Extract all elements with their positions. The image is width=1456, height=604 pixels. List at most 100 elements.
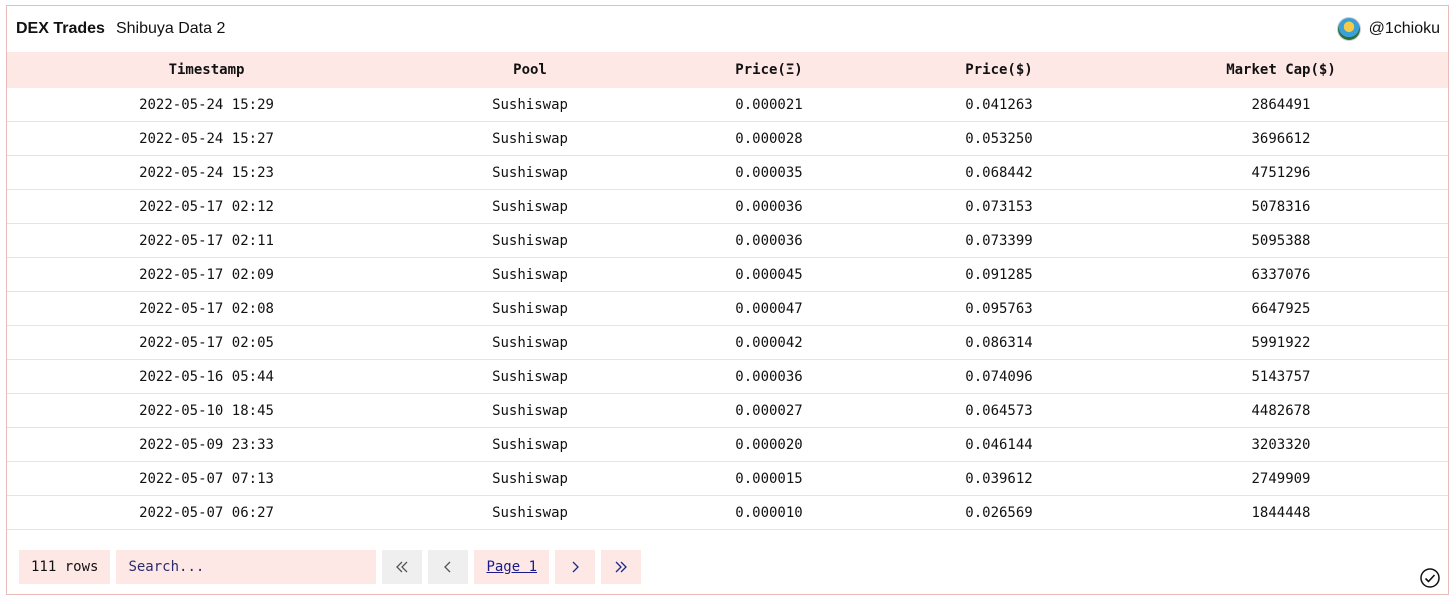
cell-price-eth: 0.000047: [654, 291, 884, 326]
cell-timestamp: 2022-05-17 02:08: [7, 291, 406, 326]
table-row: 2022-05-07 06:27 Sushiswap 0.000010 0.02656…: [7, 495, 1448, 530]
cell-timestamp: 2022-05-24 15:27: [7, 121, 406, 156]
header: DEX Trades Shibuya Data 2 @1chioku: [7, 6, 1448, 52]
cell-price-eth: 0.000028: [654, 121, 884, 156]
search-input[interactable]: [116, 550, 377, 584]
cell-price-usd: 0.091285: [884, 257, 1114, 292]
cell-market-cap: 6647925: [1114, 291, 1448, 326]
cell-price-usd: 0.073399: [884, 223, 1114, 258]
cell-price-usd: 0.068442: [884, 155, 1114, 190]
cell-price-eth: 0.000042: [654, 325, 884, 360]
cell-market-cap: 3696612: [1114, 121, 1448, 156]
cell-market-cap: 5143757: [1114, 359, 1448, 394]
cell-pool: Sushiswap: [406, 257, 654, 292]
table-row: 2022-05-24 15:23 Sushiswap 0.000035 0.06844…: [7, 155, 1448, 190]
widget-frame: DEX Trades Shibuya Data 2 @1chioku Times…: [6, 5, 1449, 595]
table-row: 2022-05-10 18:45 Sushiswap 0.000027 0.06457…: [7, 393, 1448, 428]
cell-market-cap: 6337076: [1114, 257, 1448, 292]
cell-market-cap: 1844448: [1114, 495, 1448, 530]
avatar-icon: [1336, 17, 1361, 41]
cell-pool: Sushiswap: [406, 155, 654, 190]
cell-price-eth: 0.000020: [654, 427, 884, 462]
table-header-row: Timestamp Pool Price(Ξ) Price($) Market …: [7, 52, 1448, 88]
column-header-market-cap[interactable]: Market Cap($): [1114, 52, 1448, 88]
cell-price-eth: 0.000035: [654, 155, 884, 190]
table-row: 2022-05-24 15:27 Sushiswap 0.000028 0.05325…: [7, 121, 1448, 156]
cell-price-usd: 0.053250: [884, 121, 1114, 156]
cell-timestamp: 2022-05-24 15:29: [7, 88, 406, 122]
column-header-price-eth[interactable]: Price(Ξ): [654, 52, 884, 88]
table-row: 2022-05-17 02:12 Sushiswap 0.000036 0.07315…: [7, 189, 1448, 224]
cell-price-usd: 0.046144: [884, 427, 1114, 462]
cell-timestamp: 2022-05-24 15:23: [7, 155, 406, 190]
table-row: 2022-05-17 02:11 Sushiswap 0.000036 0.07339…: [7, 223, 1448, 258]
cell-price-eth: 0.000021: [654, 88, 884, 122]
table-row: 2022-05-24 15:29 Sushiswap 0.000021 0.04126…: [7, 88, 1448, 122]
cell-timestamp: 2022-05-16 05:44: [7, 359, 406, 394]
cell-timestamp: 2022-05-07 07:13: [7, 461, 406, 496]
username[interactable]: @1chioku: [1369, 20, 1440, 38]
cell-price-usd: 0.064573: [884, 393, 1114, 428]
trades-table: Timestamp Pool Price(Ξ) Price($) Market …: [7, 52, 1448, 530]
check-circle-icon[interactable]: [1420, 568, 1440, 588]
cell-market-cap: 5078316: [1114, 189, 1448, 224]
cell-market-cap: 3203320: [1114, 427, 1448, 462]
table-row: 2022-05-17 02:09 Sushiswap 0.000045 0.09128…: [7, 257, 1448, 292]
double-chevron-left-icon: [396, 561, 408, 573]
cell-market-cap: 2749909: [1114, 461, 1448, 496]
row-count: 111 rows: [19, 550, 111, 584]
table-footer: 111 rows Page 1: [19, 550, 642, 584]
cell-price-eth: 0.000036: [654, 223, 884, 258]
cell-price-usd: 0.086314: [884, 325, 1114, 360]
cell-pool: Sushiswap: [406, 427, 654, 462]
cell-pool: Sushiswap: [406, 325, 654, 360]
cell-timestamp: 2022-05-17 02:09: [7, 257, 406, 292]
cell-timestamp: 2022-05-09 23:33: [7, 427, 406, 462]
first-page-button[interactable]: [382, 550, 423, 584]
table-row: 2022-05-09 23:33 Sushiswap 0.000020 0.04614…: [7, 427, 1448, 462]
cell-pool: Sushiswap: [406, 359, 654, 394]
cell-pool: Sushiswap: [406, 495, 654, 530]
cell-market-cap: 4482678: [1114, 393, 1448, 428]
last-page-button[interactable]: [601, 550, 642, 584]
cell-price-usd: 0.039612: [884, 461, 1114, 496]
cell-pool: Sushiswap: [406, 88, 654, 122]
cell-timestamp: 2022-05-10 18:45: [7, 393, 406, 428]
cell-timestamp: 2022-05-07 06:27: [7, 495, 406, 530]
cell-market-cap: 5991922: [1114, 325, 1448, 360]
cell-price-eth: 0.000015: [654, 461, 884, 496]
widget-title: DEX Trades: [16, 20, 105, 37]
double-chevron-right-icon: [615, 561, 627, 573]
cell-market-cap: 5095388: [1114, 223, 1448, 258]
user-info[interactable]: @1chioku: [1336, 6, 1440, 52]
cell-price-usd: 0.026569: [884, 495, 1114, 530]
cell-pool: Sushiswap: [406, 393, 654, 428]
cell-pool: Sushiswap: [406, 121, 654, 156]
chevron-right-icon: [572, 561, 579, 573]
cell-market-cap: 4751296: [1114, 155, 1448, 190]
cell-price-eth: 0.000027: [654, 393, 884, 428]
column-header-pool[interactable]: Pool: [406, 52, 654, 88]
column-header-timestamp[interactable]: Timestamp: [7, 52, 406, 88]
prev-page-button[interactable]: [428, 550, 469, 584]
cell-price-eth: 0.000036: [654, 359, 884, 394]
table-row: 2022-05-07 07:13 Sushiswap 0.000015 0.03961…: [7, 461, 1448, 496]
cell-pool: Sushiswap: [406, 223, 654, 258]
table-row: 2022-05-17 02:05 Sushiswap 0.000042 0.08631…: [7, 325, 1448, 360]
next-page-button[interactable]: [555, 550, 596, 584]
column-header-price-usd[interactable]: Price($): [884, 52, 1114, 88]
cell-timestamp: 2022-05-17 02:12: [7, 189, 406, 224]
cell-price-usd: 0.041263: [884, 88, 1114, 122]
table-row: 2022-05-16 05:44 Sushiswap 0.000036 0.07409…: [7, 359, 1448, 394]
cell-price-usd: 0.073153: [884, 189, 1114, 224]
current-page-link[interactable]: Page 1: [474, 550, 550, 584]
widget-subtitle: Shibuya Data 2: [115, 20, 226, 37]
table-row: 2022-05-17 02:08 Sushiswap 0.000047 0.09576…: [7, 291, 1448, 326]
cell-price-eth: 0.000010: [654, 495, 884, 530]
cell-pool: Sushiswap: [406, 291, 654, 326]
cell-timestamp: 2022-05-17 02:05: [7, 325, 406, 360]
cell-price-eth: 0.000045: [654, 257, 884, 292]
cell-market-cap: 2864491: [1114, 88, 1448, 122]
chevron-left-icon: [444, 561, 451, 573]
cell-price-usd: 0.095763: [884, 291, 1114, 326]
